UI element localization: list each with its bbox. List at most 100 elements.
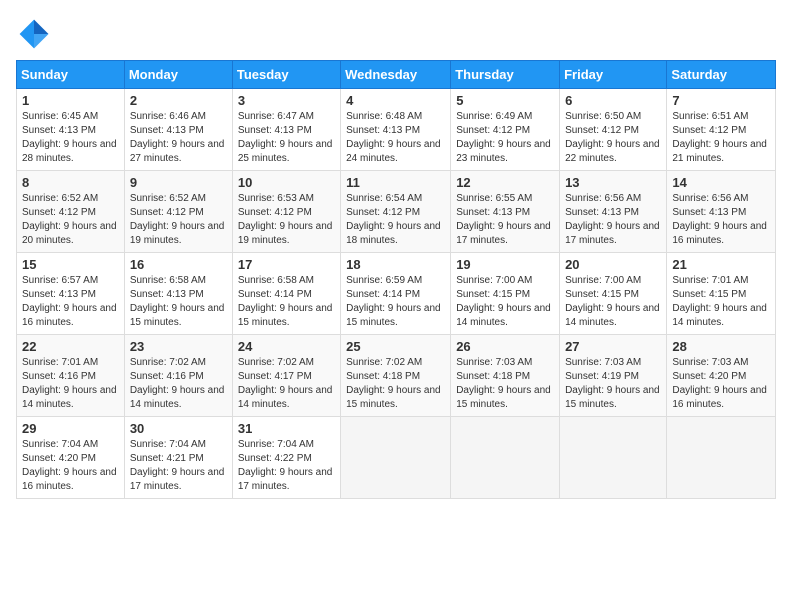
day-info: Sunrise: 7:01 AM Sunset: 4:15 PM Dayligh… bbox=[672, 274, 770, 330]
calendar-cell: 14 Sunrise: 6:56 AM Sunset: 4:13 PM Dayl… bbox=[667, 171, 776, 253]
day-info: Sunrise: 6:59 AM Sunset: 4:14 PM Dayligh… bbox=[346, 274, 445, 330]
calendar-cell: 1 Sunrise: 6:45 AM Sunset: 4:13 PM Dayli… bbox=[17, 89, 125, 171]
day-number: 15 bbox=[22, 257, 119, 272]
day-info: Sunrise: 7:02 AM Sunset: 4:17 PM Dayligh… bbox=[238, 356, 335, 412]
calendar-cell bbox=[667, 417, 776, 499]
calendar-week-row: 22 Sunrise: 7:01 AM Sunset: 4:16 PM Dayl… bbox=[17, 335, 776, 417]
day-info: Sunrise: 6:48 AM Sunset: 4:13 PM Dayligh… bbox=[346, 110, 445, 166]
day-info: Sunrise: 7:00 AM Sunset: 4:15 PM Dayligh… bbox=[565, 274, 661, 330]
day-number: 26 bbox=[456, 339, 554, 354]
day-info: Sunrise: 6:56 AM Sunset: 4:13 PM Dayligh… bbox=[565, 192, 661, 248]
calendar-cell: 24 Sunrise: 7:02 AM Sunset: 4:17 PM Dayl… bbox=[232, 335, 340, 417]
day-number: 24 bbox=[238, 339, 335, 354]
calendar-cell: 11 Sunrise: 6:54 AM Sunset: 4:12 PM Dayl… bbox=[341, 171, 451, 253]
day-number: 18 bbox=[346, 257, 445, 272]
calendar-cell: 22 Sunrise: 7:01 AM Sunset: 4:16 PM Dayl… bbox=[17, 335, 125, 417]
calendar-cell: 30 Sunrise: 7:04 AM Sunset: 4:21 PM Dayl… bbox=[124, 417, 232, 499]
calendar-cell bbox=[560, 417, 667, 499]
day-header-saturday: Saturday bbox=[667, 61, 776, 89]
day-info: Sunrise: 6:57 AM Sunset: 4:13 PM Dayligh… bbox=[22, 274, 119, 330]
calendar-cell: 2 Sunrise: 6:46 AM Sunset: 4:13 PM Dayli… bbox=[124, 89, 232, 171]
calendar-cell bbox=[451, 417, 560, 499]
calendar-cell: 8 Sunrise: 6:52 AM Sunset: 4:12 PM Dayli… bbox=[17, 171, 125, 253]
day-number: 12 bbox=[456, 175, 554, 190]
day-header-thursday: Thursday bbox=[451, 61, 560, 89]
day-number: 23 bbox=[130, 339, 227, 354]
day-number: 3 bbox=[238, 93, 335, 108]
day-number: 21 bbox=[672, 257, 770, 272]
calendar-cell: 9 Sunrise: 6:52 AM Sunset: 4:12 PM Dayli… bbox=[124, 171, 232, 253]
day-info: Sunrise: 6:50 AM Sunset: 4:12 PM Dayligh… bbox=[565, 110, 661, 166]
calendar-week-row: 15 Sunrise: 6:57 AM Sunset: 4:13 PM Dayl… bbox=[17, 253, 776, 335]
day-header-wednesday: Wednesday bbox=[341, 61, 451, 89]
logo-icon bbox=[16, 16, 52, 52]
calendar: SundayMondayTuesdayWednesdayThursdayFrid… bbox=[16, 60, 776, 499]
day-number: 14 bbox=[672, 175, 770, 190]
day-info: Sunrise: 6:53 AM Sunset: 4:12 PM Dayligh… bbox=[238, 192, 335, 248]
day-info: Sunrise: 7:00 AM Sunset: 4:15 PM Dayligh… bbox=[456, 274, 554, 330]
day-info: Sunrise: 7:03 AM Sunset: 4:20 PM Dayligh… bbox=[672, 356, 770, 412]
day-info: Sunrise: 7:03 AM Sunset: 4:18 PM Dayligh… bbox=[456, 356, 554, 412]
day-number: 13 bbox=[565, 175, 661, 190]
day-number: 9 bbox=[130, 175, 227, 190]
calendar-cell: 15 Sunrise: 6:57 AM Sunset: 4:13 PM Dayl… bbox=[17, 253, 125, 335]
page-header bbox=[16, 16, 776, 52]
day-info: Sunrise: 7:02 AM Sunset: 4:18 PM Dayligh… bbox=[346, 356, 445, 412]
calendar-cell: 5 Sunrise: 6:49 AM Sunset: 4:12 PM Dayli… bbox=[451, 89, 560, 171]
logo bbox=[16, 16, 56, 52]
day-header-friday: Friday bbox=[560, 61, 667, 89]
calendar-week-row: 29 Sunrise: 7:04 AM Sunset: 4:20 PM Dayl… bbox=[17, 417, 776, 499]
calendar-cell bbox=[341, 417, 451, 499]
day-info: Sunrise: 6:52 AM Sunset: 4:12 PM Dayligh… bbox=[130, 192, 227, 248]
day-number: 11 bbox=[346, 175, 445, 190]
day-number: 28 bbox=[672, 339, 770, 354]
calendar-cell: 13 Sunrise: 6:56 AM Sunset: 4:13 PM Dayl… bbox=[560, 171, 667, 253]
calendar-cell: 20 Sunrise: 7:00 AM Sunset: 4:15 PM Dayl… bbox=[560, 253, 667, 335]
day-info: Sunrise: 7:04 AM Sunset: 4:22 PM Dayligh… bbox=[238, 438, 335, 494]
calendar-cell: 10 Sunrise: 6:53 AM Sunset: 4:12 PM Dayl… bbox=[232, 171, 340, 253]
calendar-cell: 26 Sunrise: 7:03 AM Sunset: 4:18 PM Dayl… bbox=[451, 335, 560, 417]
calendar-cell: 27 Sunrise: 7:03 AM Sunset: 4:19 PM Dayl… bbox=[560, 335, 667, 417]
calendar-cell: 21 Sunrise: 7:01 AM Sunset: 4:15 PM Dayl… bbox=[667, 253, 776, 335]
day-header-tuesday: Tuesday bbox=[232, 61, 340, 89]
day-number: 25 bbox=[346, 339, 445, 354]
day-info: Sunrise: 6:51 AM Sunset: 4:12 PM Dayligh… bbox=[672, 110, 770, 166]
day-number: 19 bbox=[456, 257, 554, 272]
day-info: Sunrise: 7:01 AM Sunset: 4:16 PM Dayligh… bbox=[22, 356, 119, 412]
calendar-cell: 3 Sunrise: 6:47 AM Sunset: 4:13 PM Dayli… bbox=[232, 89, 340, 171]
calendar-week-row: 8 Sunrise: 6:52 AM Sunset: 4:12 PM Dayli… bbox=[17, 171, 776, 253]
day-info: Sunrise: 6:58 AM Sunset: 4:14 PM Dayligh… bbox=[238, 274, 335, 330]
day-info: Sunrise: 6:45 AM Sunset: 4:13 PM Dayligh… bbox=[22, 110, 119, 166]
calendar-cell: 16 Sunrise: 6:58 AM Sunset: 4:13 PM Dayl… bbox=[124, 253, 232, 335]
calendar-cell: 12 Sunrise: 6:55 AM Sunset: 4:13 PM Dayl… bbox=[451, 171, 560, 253]
day-info: Sunrise: 6:58 AM Sunset: 4:13 PM Dayligh… bbox=[130, 274, 227, 330]
calendar-cell: 7 Sunrise: 6:51 AM Sunset: 4:12 PM Dayli… bbox=[667, 89, 776, 171]
day-info: Sunrise: 6:56 AM Sunset: 4:13 PM Dayligh… bbox=[672, 192, 770, 248]
calendar-cell: 17 Sunrise: 6:58 AM Sunset: 4:14 PM Dayl… bbox=[232, 253, 340, 335]
day-number: 27 bbox=[565, 339, 661, 354]
day-number: 4 bbox=[346, 93, 445, 108]
day-number: 22 bbox=[22, 339, 119, 354]
calendar-cell: 23 Sunrise: 7:02 AM Sunset: 4:16 PM Dayl… bbox=[124, 335, 232, 417]
day-info: Sunrise: 7:03 AM Sunset: 4:19 PM Dayligh… bbox=[565, 356, 661, 412]
day-info: Sunrise: 7:04 AM Sunset: 4:21 PM Dayligh… bbox=[130, 438, 227, 494]
calendar-cell: 4 Sunrise: 6:48 AM Sunset: 4:13 PM Dayli… bbox=[341, 89, 451, 171]
calendar-week-row: 1 Sunrise: 6:45 AM Sunset: 4:13 PM Dayli… bbox=[17, 89, 776, 171]
day-header-monday: Monday bbox=[124, 61, 232, 89]
day-info: Sunrise: 6:49 AM Sunset: 4:12 PM Dayligh… bbox=[456, 110, 554, 166]
day-info: Sunrise: 6:52 AM Sunset: 4:12 PM Dayligh… bbox=[22, 192, 119, 248]
day-number: 30 bbox=[130, 421, 227, 436]
calendar-cell: 28 Sunrise: 7:03 AM Sunset: 4:20 PM Dayl… bbox=[667, 335, 776, 417]
day-number: 2 bbox=[130, 93, 227, 108]
day-number: 6 bbox=[565, 93, 661, 108]
day-number: 17 bbox=[238, 257, 335, 272]
day-number: 8 bbox=[22, 175, 119, 190]
day-info: Sunrise: 7:04 AM Sunset: 4:20 PM Dayligh… bbox=[22, 438, 119, 494]
calendar-cell: 18 Sunrise: 6:59 AM Sunset: 4:14 PM Dayl… bbox=[341, 253, 451, 335]
calendar-cell: 6 Sunrise: 6:50 AM Sunset: 4:12 PM Dayli… bbox=[560, 89, 667, 171]
day-number: 16 bbox=[130, 257, 227, 272]
day-number: 5 bbox=[456, 93, 554, 108]
day-info: Sunrise: 6:54 AM Sunset: 4:12 PM Dayligh… bbox=[346, 192, 445, 248]
day-number: 10 bbox=[238, 175, 335, 190]
day-number: 29 bbox=[22, 421, 119, 436]
